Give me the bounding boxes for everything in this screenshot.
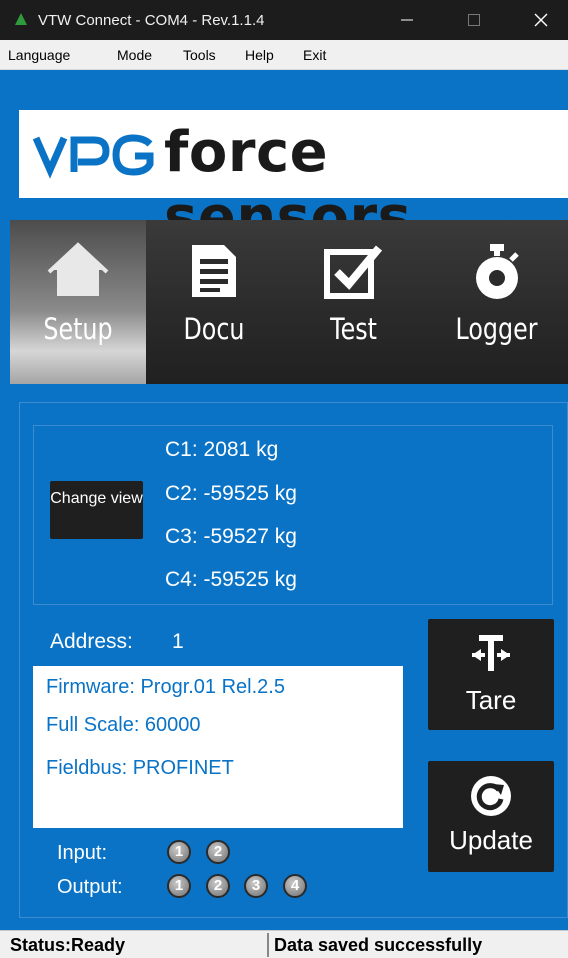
status-bar: Status:Ready Data saved successfully [0,930,568,958]
menu-tools[interactable]: Tools [183,47,216,63]
minimize-button[interactable] [384,0,430,40]
maximize-icon [468,14,480,26]
device-info-box: Firmware: Progr.01 Rel.2.5 Full Scale: 6… [33,666,403,828]
tab-docu-label: Docu [183,312,245,346]
output-indicator-1: 1 [167,874,191,898]
menu-language[interactable]: Language [8,47,70,63]
main-nav: Setup Docu Test Logger [10,220,568,384]
menu-exit[interactable]: Exit [303,47,326,63]
address-value: 1 [172,630,184,653]
input-label: Input: [57,842,108,864]
tab-docu[interactable]: Docu [146,220,282,384]
status-message: Data saved successfully [274,935,483,955]
change-view-button[interactable]: Change view [50,481,143,539]
tab-test-label: Test [330,312,377,346]
fieldbus-info: Fieldbus: PROFINET [46,757,234,779]
close-button[interactable] [518,0,564,40]
output-indicator-4: 4 [283,874,307,898]
status-divider [267,933,269,957]
reading-c4: C4: -59525 kg [165,568,297,591]
stopwatch-icon [475,244,519,299]
maximize-button[interactable] [451,0,497,40]
address-label: Address: [50,630,133,653]
output-indicator-2: 2 [206,874,230,898]
tare-button[interactable]: Tare [428,619,554,730]
menu-bar: Language Mode Tools Help Exit [0,40,568,70]
reading-c2: C2: -59525 kg [165,482,297,505]
update-button[interactable]: Update [428,761,554,872]
reading-c3: C3: -59527 kg [165,525,297,548]
document-icon [192,245,236,297]
tab-logger-label: Logger [455,312,538,346]
menu-mode[interactable]: Mode [117,47,152,63]
input-indicator-1: 1 [167,840,191,864]
home-icon [47,242,109,296]
title-bar: VTW Connect - COM4 - Rev.1.1.4 [0,0,568,40]
tare-icon [472,635,510,671]
full-scale-info: Full Scale: 60000 [46,714,201,736]
vpg-logo: force sensors [19,110,568,250]
tare-label: Tare [465,685,517,715]
status-text: Status:Ready [10,935,126,955]
minimize-icon [401,19,413,21]
output-label: Output: [57,876,123,898]
update-label: Update [449,825,533,855]
menu-help[interactable]: Help [245,47,274,63]
reading-c1: C1: 2081 kg [165,438,279,461]
app-icon [15,13,27,25]
vpg-logo-mark [32,134,154,179]
tab-test[interactable]: Test [282,220,425,384]
tab-setup[interactable]: Setup [10,220,146,384]
refresh-icon [471,776,511,816]
firmware-info: Firmware: Progr.01 Rel.2.5 [46,676,285,698]
input-indicator-2: 2 [206,840,230,864]
tab-setup-label: Setup [43,312,113,346]
tab-logger[interactable]: Logger [425,220,568,384]
checkbox-icon [323,245,382,299]
window-title: VTW Connect - COM4 - Rev.1.1.4 [38,12,265,29]
close-icon [534,13,548,27]
output-indicator-3: 3 [244,874,268,898]
